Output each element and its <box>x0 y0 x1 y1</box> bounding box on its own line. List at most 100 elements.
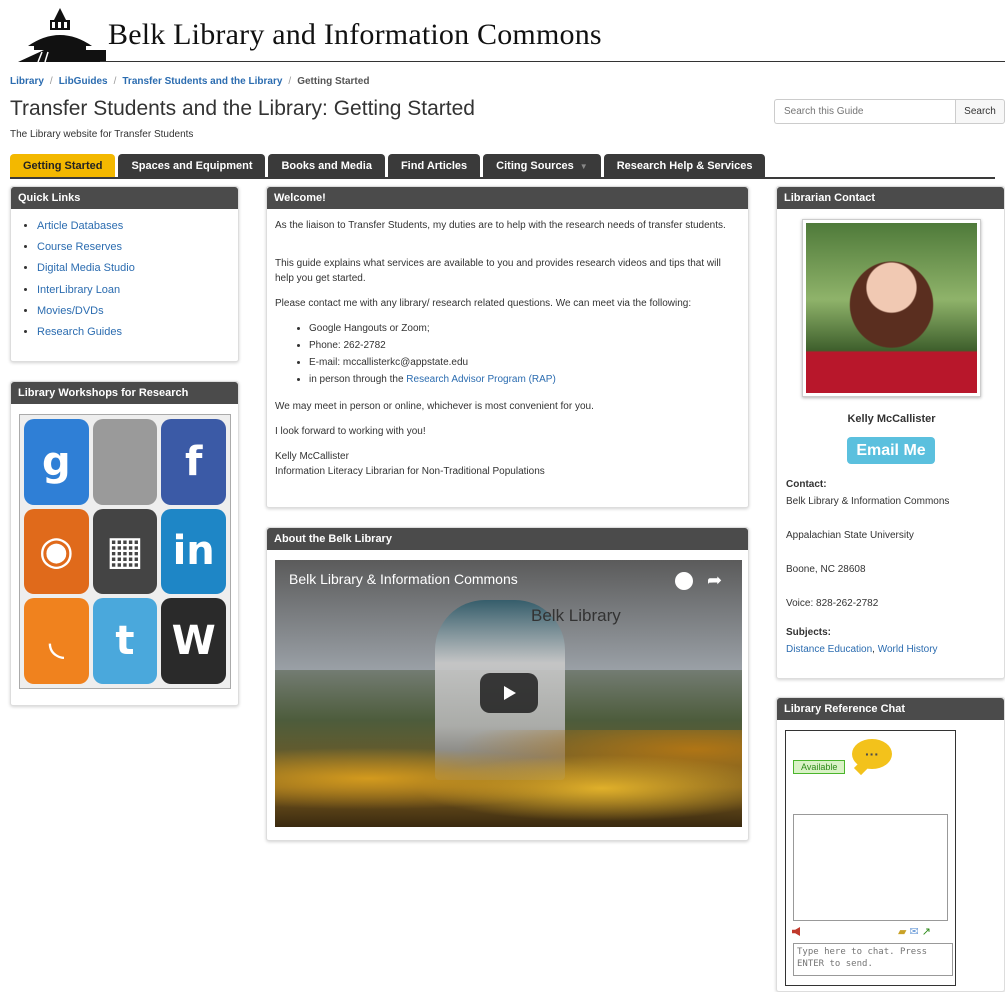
search-button[interactable]: Search <box>955 99 1005 124</box>
welcome-body: As the liaison to Transfer Students, my … <box>267 209 748 479</box>
contact-method-hangouts: Google Hangouts or Zoom; <box>309 321 740 338</box>
quick-link-research-guides[interactable]: Research Guides <box>37 326 238 347</box>
subject-link-world-history[interactable]: World History <box>878 644 938 655</box>
welcome-title: Welcome! <box>267 187 748 209</box>
breadcrumb-separator: / <box>288 76 292 87</box>
workshops-box: Library Workshops for Research g f ◉ ▦ i… <box>10 381 239 706</box>
chat-status-badge: Available <box>793 760 846 774</box>
workshops-image[interactable]: g f ◉ ▦ in ◟ t W <box>19 414 231 689</box>
tab-spaces-and-equipment[interactable]: Spaces and Equipment <box>118 154 266 178</box>
contact-line-city: Boone, NC 28608 <box>786 564 866 575</box>
welcome-signature: Kelly McCallister Information Literacy Li… <box>275 449 740 479</box>
site-header: Belk Library and Information Commons <box>0 0 1005 64</box>
contact-spacer <box>786 544 949 561</box>
video-watermark: Belk Library <box>531 606 621 625</box>
workshops-title: Library Workshops for Research <box>11 382 238 404</box>
page-subtitle: The Library website for Transfer Student… <box>10 129 194 140</box>
librarian-contact-title: Librarian Contact <box>777 187 1004 209</box>
chevron-down-icon: ▼ <box>579 161 588 171</box>
quick-link-interlibrary-loan[interactable]: InterLibrary Loan <box>37 284 238 305</box>
breadcrumb-separator: / <box>113 76 117 87</box>
breadcrumb-library[interactable]: Library <box>10 76 44 87</box>
welcome-contact-prompt: Please contact me with any library/ rese… <box>275 298 692 309</box>
rss-icon: ◟ <box>24 598 89 684</box>
contact-line-university: Appalachian State University <box>786 530 914 541</box>
subjects-list: Distance Education, World History <box>786 641 949 658</box>
about-title: About the Belk Library <box>267 528 748 550</box>
watch-later-icon[interactable] <box>675 572 693 590</box>
signature-title: Information Literacy Librarian for Non-T… <box>275 466 545 477</box>
quick-links-title: Quick Links <box>11 187 238 209</box>
site-title[interactable]: Belk Library and Information Commons <box>108 18 602 52</box>
tab-books-and-media[interactable]: Books and Media <box>268 154 385 178</box>
breadcrumb-guide[interactable]: Transfer Students and the Library <box>122 76 282 87</box>
quick-link-movies-dvds[interactable]: Movies/DVDs <box>37 305 238 326</box>
librarian-name: Kelly McCallister <box>847 413 936 425</box>
contact-line-voice: Voice: 828-262-2782 <box>786 598 879 609</box>
breadcrumb-libguides[interactable]: LibGuides <box>59 76 108 87</box>
librarian-photo <box>806 223 977 393</box>
tab-find-articles[interactable]: Find Articles <box>387 154 481 178</box>
reference-chat-title: Library Reference Chat <box>777 698 1004 720</box>
quick-links-box: Quick Links Article Databases Course Res… <box>10 186 239 362</box>
search-input[interactable] <box>774 99 955 124</box>
chat-input[interactable] <box>793 943 953 976</box>
breadcrumb: Library / LibGuides / Transfer Students and … <box>10 76 369 87</box>
email-icon[interactable]: ✉ <box>909 925 918 938</box>
video-title[interactable]: Belk Library & Information Commons <box>289 571 518 587</box>
share-icon[interactable]: ➦ <box>707 570 722 591</box>
librarian-contact-box: Librarian Contact Kelly McCallister Emai… <box>776 186 1005 679</box>
about-box: About the Belk Library Belk Library & In… <box>266 527 749 841</box>
tab-getting-started[interactable]: Getting Started <box>10 154 116 178</box>
guide-search: Search <box>774 99 1005 124</box>
page-title: Transfer Students and the Library: Getti… <box>10 97 475 120</box>
library-logo-icon[interactable] <box>14 6 106 62</box>
quick-link-article-databases[interactable]: Article Databases <box>37 220 238 241</box>
contact-method-in-person-text: in person through the <box>309 374 407 385</box>
linkedin-icon: in <box>161 508 226 595</box>
contact-method-email: E-mail: mccallisterkc@appstate.edu <box>309 355 740 372</box>
contact-spacer <box>786 612 949 624</box>
rap-link[interactable]: Research Advisor Program (RAP) <box>406 374 556 385</box>
contact-method-phone: Phone: 262-2782 <box>309 338 740 355</box>
contact-spacer <box>786 578 949 595</box>
signature-name: Kelly McCallister <box>275 451 349 462</box>
welcome-closing: I look forward to working with you! <box>275 426 426 437</box>
wordpress-icon: W <box>161 598 226 684</box>
firefox-icon: ◉ <box>24 508 89 595</box>
sound-icon[interactable] <box>792 927 800 936</box>
chat-bubble-icon: ··· <box>852 739 892 769</box>
popout-icon[interactable]: ↗ <box>922 925 931 938</box>
video-player[interactable]: Belk Library & Information Commons Belk … <box>275 560 742 827</box>
contact-label: Contact: <box>786 479 827 490</box>
contact-line-library: Belk Library & Information Commons <box>786 496 950 507</box>
play-button[interactable] <box>480 673 538 713</box>
welcome-box: Welcome! As the liaison to Transfer Stud… <box>266 186 749 508</box>
subject-link-distance-education[interactable]: Distance Education <box>786 644 872 655</box>
contact-spacer <box>786 510 949 527</box>
welcome-intro: As the liaison to Transfer Students, my … <box>275 220 726 231</box>
tab-citing-sources[interactable]: Citing Sources ▼ <box>483 154 601 178</box>
tab-citing-sources-label: Citing Sources <box>496 160 574 172</box>
video-frame-foliage <box>275 730 742 827</box>
profile-photo-frame <box>802 219 981 397</box>
welcome-meeting-note: We may meet in person or online, whichev… <box>275 401 594 412</box>
contact-info: Contact: Belk Library & Information Comm… <box>786 476 949 658</box>
play-icon <box>504 686 516 700</box>
breadcrumb-separator: / <box>49 76 53 87</box>
google-icon: g <box>24 419 89 505</box>
chat-log[interactable] <box>793 814 948 921</box>
twitter-icon: t <box>92 598 158 684</box>
email-me-button[interactable]: Email Me <box>847 437 935 464</box>
quick-link-digital-media-studio[interactable]: Digital Media Studio <box>37 262 238 283</box>
reference-chat-box: Library Reference Chat ··· Available ▰ ✉… <box>776 697 1005 992</box>
subjects-label: Subjects: <box>786 627 832 638</box>
header-divider <box>100 61 1005 62</box>
apple-icon <box>92 419 158 505</box>
quick-links-list: Article Databases Course Reserves Digita… <box>11 209 238 347</box>
quick-link-course-reserves[interactable]: Course Reserves <box>37 241 238 262</box>
delicious-icon: ▦ <box>92 508 158 595</box>
welcome-guide-description: This guide explains what services are av… <box>275 258 721 284</box>
send-file-icon[interactable]: ▰ <box>898 925 906 938</box>
tab-research-help[interactable]: Research Help & Services <box>603 154 766 178</box>
